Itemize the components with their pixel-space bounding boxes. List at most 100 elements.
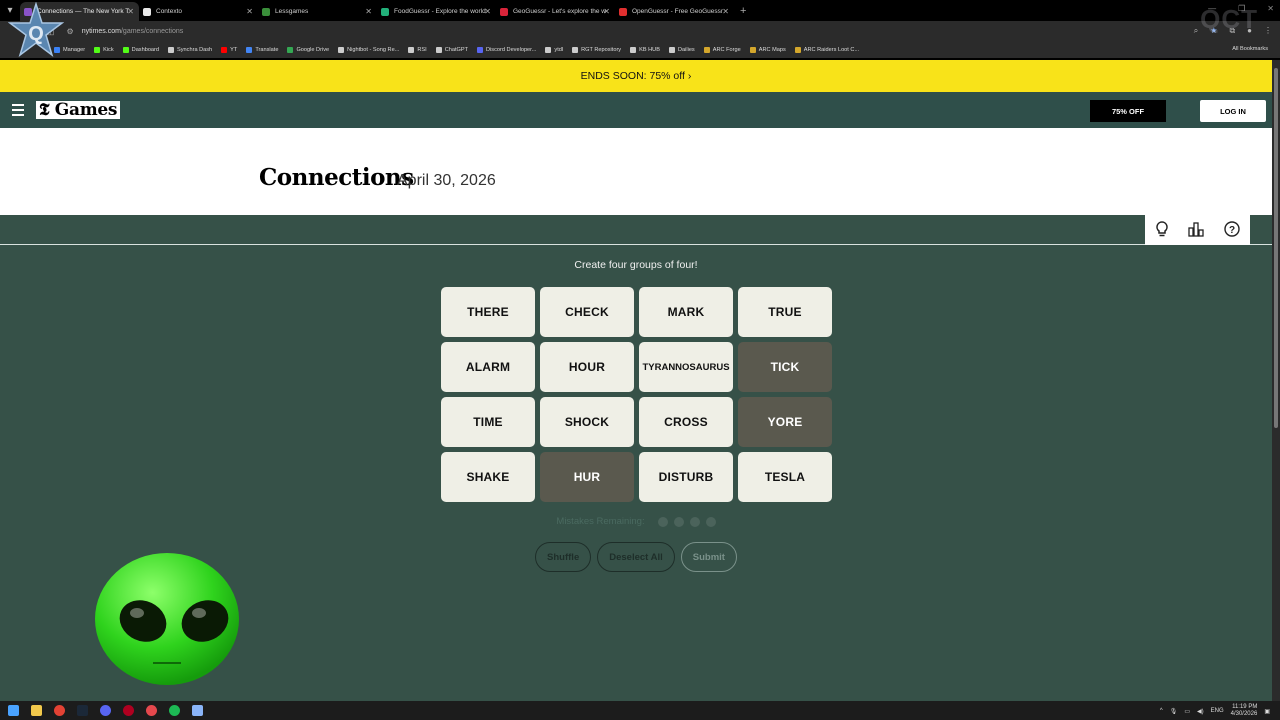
browser-tab-strip: ▾ Connections — The New York T ✕ Contexto ✕…: [0, 0, 1280, 21]
spotify-icon[interactable]: [169, 705, 180, 716]
discord-icon[interactable]: [100, 705, 111, 716]
tab-close-icon[interactable]: ✕: [246, 7, 253, 16]
nyt-games-logo[interactable]: 𝕿 Games: [36, 101, 121, 119]
bookmark-label: ytdl: [554, 47, 564, 53]
word-tile[interactable]: MARK: [639, 287, 733, 337]
bookmark-item[interactable]: Nightbot - Song Re...: [338, 47, 399, 53]
tab-favicon-icon: [143, 7, 151, 16]
all-bookmarks[interactable]: All Bookmarks: [1232, 46, 1268, 52]
bookmark-favicon-icon: [545, 47, 552, 53]
page-scrollbar[interactable]: [1272, 60, 1280, 701]
browser-tab[interactable]: OpenGuessr - Free GeoGuessr ✕: [615, 2, 734, 21]
puzzle-date: April 30, 2026: [397, 172, 496, 189]
word-tile[interactable]: TRUE: [738, 287, 832, 337]
bookmark-item[interactable]: RSI: [408, 47, 427, 53]
word-tile[interactable]: THERE: [441, 287, 535, 337]
toolbar: ?: [1145, 215, 1250, 245]
bookmark-item[interactable]: Synchra Dash: [168, 47, 212, 53]
word-tile[interactable]: HUR: [540, 452, 634, 502]
language-indicator[interactable]: ENG: [1211, 708, 1224, 714]
tab-close-icon[interactable]: ✕: [722, 7, 729, 16]
bookmark-item[interactable]: KB HUB: [630, 47, 660, 53]
browser-tab[interactable]: GeoGuessr - Let's explore the w ✕: [496, 2, 615, 21]
bookmark-item[interactable]: Dashboard: [122, 47, 159, 53]
url-field[interactable]: nytimes.com/games/connections: [82, 28, 184, 35]
bookmark-item[interactable]: YT: [221, 47, 237, 53]
bookmark-label: Google Drive: [296, 47, 330, 53]
browser-tab[interactable]: Contexto ✕: [139, 2, 258, 21]
word-tile[interactable]: CROSS: [639, 397, 733, 447]
word-tile[interactable]: CHECK: [540, 287, 634, 337]
word-tile[interactable]: SHAKE: [441, 452, 535, 502]
bookmark-item[interactable]: Discord Developer...: [477, 47, 536, 53]
word-tile[interactable]: TIME: [441, 397, 535, 447]
bookmark-label: ChatGPT: [444, 47, 469, 53]
opera-icon[interactable]: [123, 705, 134, 716]
tab-close-icon[interactable]: ✕: [365, 7, 372, 16]
page-title: Connections: [259, 164, 414, 191]
chevron-right-icon: ›: [687, 70, 692, 82]
notification-icon[interactable]: ▣: [1264, 708, 1270, 715]
bookmark-item[interactable]: Kick: [94, 47, 114, 53]
submit-button[interactable]: Submit: [680, 542, 737, 572]
word-tile[interactable]: YORE: [738, 397, 832, 447]
hamburger-menu-icon[interactable]: [12, 104, 24, 116]
watermark: QCT: [1200, 4, 1258, 34]
bookmark-item[interactable]: Google Drive: [287, 47, 329, 53]
close-window-icon[interactable]: ✕: [1267, 4, 1274, 13]
obs-icon[interactable]: [146, 705, 157, 716]
file-explorer-icon[interactable]: [31, 705, 42, 716]
word-tile[interactable]: ALARM: [441, 342, 535, 392]
bookmark-label: RGT Repository: [581, 47, 622, 53]
browser-tab[interactable]: Lessgames ✕: [258, 2, 377, 21]
volume-icon[interactable]: ◀): [1197, 708, 1204, 715]
tab-favicon-icon: [500, 7, 508, 16]
bookmark-label: Dailies: [677, 47, 695, 53]
bookmark-item[interactable]: ARC Raiders Loot C...: [794, 47, 859, 53]
login-button[interactable]: LOG IN: [1200, 100, 1266, 122]
bookmark-item[interactable]: Translate: [246, 47, 278, 53]
new-tab-button[interactable]: +: [740, 5, 746, 17]
mic-icon[interactable]: 🎙: [1170, 708, 1178, 715]
start-icon[interactable]: [8, 705, 19, 716]
site-info-icon[interactable]: ⚙: [67, 27, 74, 36]
bookmark-favicon-icon: [572, 47, 579, 53]
hint-lightbulb-icon[interactable]: [1155, 220, 1169, 240]
app-icon[interactable]: [192, 705, 203, 716]
tray-overflow-icon[interactable]: ^: [1160, 708, 1163, 714]
tab-favicon-icon: [619, 7, 627, 16]
zoom-icon[interactable]: ⌕: [1194, 26, 1198, 36]
bookmark-item[interactable]: ytdl: [545, 47, 563, 53]
promo-banner[interactable]: ENDS SOON: 75% off ›: [0, 60, 1272, 92]
tab-close-icon[interactable]: ✕: [484, 7, 491, 16]
tab-close-icon[interactable]: ✕: [603, 7, 610, 16]
browser-tab[interactable]: FoodGuessr - Explore the world ✕: [377, 2, 496, 21]
stats-icon[interactable]: [1188, 221, 1205, 240]
help-icon[interactable]: ?: [1224, 220, 1240, 240]
bookmark-item[interactable]: ARC Maps: [749, 47, 786, 53]
tab-close-icon[interactable]: ✕: [127, 7, 134, 16]
bookmark-item[interactable]: Dailies: [668, 47, 695, 53]
bookmark-favicon-icon: [703, 47, 710, 53]
system-tray: ^ 🎙 ▭ ◀) ENG 11:19 PM 4/30/2026 ▣: [1160, 704, 1270, 718]
bookmark-item[interactable]: ChatGPT: [435, 47, 469, 53]
scrollbar-thumb[interactable]: [1274, 68, 1278, 428]
deselect-all-button[interactable]: Deselect All: [597, 542, 675, 572]
word-tile[interactable]: TYRANNOSAURUS: [639, 342, 733, 392]
shuffle-button[interactable]: Shuffle: [535, 542, 592, 572]
word-tile[interactable]: DISTURB: [639, 452, 733, 502]
bookmark-item[interactable]: RGT Repository: [572, 47, 621, 53]
clock[interactable]: 11:19 PM 4/30/2026: [1231, 704, 1258, 718]
chrome-icon[interactable]: [54, 705, 65, 716]
network-icon[interactable]: ▭: [1184, 708, 1190, 715]
mistake-dot: [689, 516, 700, 527]
word-tile[interactable]: TICK: [738, 342, 832, 392]
word-tile[interactable]: TESLA: [738, 452, 832, 502]
bookmark-item[interactable]: ARC Forge: [703, 47, 741, 53]
steam-icon[interactable]: [77, 705, 88, 716]
menu-dots-icon[interactable]: ⋮: [1264, 26, 1272, 36]
word-tile[interactable]: SHOCK: [540, 397, 634, 447]
word-tile[interactable]: HOUR: [540, 342, 634, 392]
bookmark-favicon-icon: [168, 47, 175, 53]
offer-button[interactable]: 75% OFF: [1090, 100, 1166, 122]
